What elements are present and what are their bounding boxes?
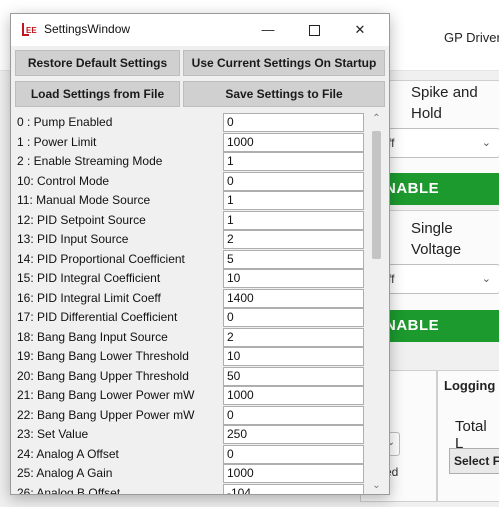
- spike-hold-enable-label: NABLE: [385, 180, 440, 197]
- setting-value-field[interactable]: 1: [223, 191, 364, 210]
- settings-row: 25: Analog A Gain 1000: [11, 464, 367, 483]
- svg-text:EE: EE: [26, 26, 37, 35]
- settings-row: 26: Analog B Offset -104: [11, 483, 367, 495]
- maximize-icon: [308, 25, 320, 37]
- settings-row: 19: Bang Bang Lower Threshold 10: [11, 347, 367, 366]
- settings-scrollbar[interactable]: ⌃ ⌄: [367, 111, 386, 494]
- restore-default-settings-button[interactable]: Restore Default Settings: [15, 50, 180, 76]
- setting-value-field[interactable]: 1: [223, 152, 364, 171]
- settings-row: 24: Analog A Offset 0: [11, 444, 367, 464]
- settings-row: 17: PID Differential Coefficient 0: [11, 308, 367, 327]
- load-settings-from-file-button[interactable]: Load Settings from File: [15, 81, 180, 107]
- setting-label: 24: Analog A Offset: [17, 446, 119, 461]
- settings-row: 22: Bang Bang Upper Power mW 0: [11, 405, 367, 425]
- setting-label: 11: Manual Mode Source: [17, 193, 151, 207]
- settings-row: 23: Set Value 250: [11, 425, 367, 444]
- maximize-button[interactable]: [291, 14, 337, 46]
- setting-label: 1 : Power Limit: [17, 134, 97, 149]
- setting-label: 26: Analog B Offset: [17, 485, 121, 495]
- setting-value-field[interactable]: 2: [223, 327, 364, 347]
- settings-row: 16: PID Integral Limit Coeff 1400: [11, 288, 367, 308]
- setting-value-field[interactable]: 50: [223, 366, 364, 386]
- setting-label: 22: Bang Bang Upper Power mW: [17, 407, 195, 422]
- setting-label: 18: Bang Bang Input Source: [17, 329, 168, 344]
- settings-row: 11: Manual Mode Source 1: [11, 191, 367, 210]
- setting-label: 12: PID Setpoint Source: [17, 212, 146, 227]
- logging-title: Logging: [444, 378, 496, 393]
- scrollbar-thumb[interactable]: [372, 131, 381, 259]
- setting-label: 21: Bang Bang Lower Power mW: [17, 388, 195, 402]
- setting-label: 23: Set Value: [17, 427, 89, 441]
- setting-value-field[interactable]: 0: [223, 113, 364, 132]
- settings-row: 0 : Pump Enabled 0: [11, 113, 367, 132]
- background-app-title: GP Driver: [444, 30, 499, 45]
- minimize-icon: —: [261, 22, 275, 37]
- setting-value-field[interactable]: 2: [223, 230, 364, 249]
- setting-label: 20: Bang Bang Upper Threshold: [17, 368, 189, 383]
- logging-select-button[interactable]: Select F: [449, 448, 499, 474]
- setting-label: 2 : Enable Streaming Mode: [17, 154, 163, 168]
- setting-value-field[interactable]: 10: [223, 347, 364, 366]
- settings-row: 2 : Enable Streaming Mode 1: [11, 152, 367, 171]
- settings-row: 15: PID Integral Coefficient 10: [11, 269, 367, 288]
- setting-label: 10: Control Mode: [17, 173, 110, 188]
- save-settings-to-file-button[interactable]: Save Settings to File: [183, 81, 385, 107]
- settings-row: 12: PID Setpoint Source 1: [11, 210, 367, 230]
- close-button[interactable]: ✕: [337, 14, 383, 46]
- setting-value-field[interactable]: 0: [223, 444, 364, 464]
- chevron-down-icon: ⌄: [481, 137, 491, 149]
- single-voltage-enable-label: NABLE: [385, 317, 440, 334]
- setting-value-field[interactable]: 1000: [223, 132, 364, 152]
- settings-row: 10: Control Mode 0: [11, 171, 367, 191]
- setting-value-field[interactable]: -104: [223, 483, 364, 494]
- window-title: SettingsWindow: [44, 22, 131, 36]
- setting-label: 17: PID Differential Coefficient: [17, 310, 178, 324]
- setting-value-field[interactable]: 5: [223, 249, 364, 269]
- setting-label: 14: PID Proportional Coefficient: [17, 251, 185, 266]
- scroll-up-arrow-icon[interactable]: ⌃: [367, 111, 386, 127]
- settings-window: EE SettingsWindow — ✕ Restore Default Se…: [10, 13, 390, 495]
- settings-row: 13: PID Input Source 2: [11, 230, 367, 249]
- setting-value-field[interactable]: 1000: [223, 386, 364, 405]
- logging-select-label: Select F: [454, 454, 499, 468]
- setting-label: 19: Bang Bang Lower Threshold: [17, 349, 189, 363]
- settings-row: 20: Bang Bang Upper Threshold 50: [11, 366, 367, 386]
- settings-row: 18: Bang Bang Input Source 2: [11, 327, 367, 347]
- settings-row: 1 : Power Limit 1000: [11, 132, 367, 152]
- settings-row: 21: Bang Bang Lower Power mW 1000: [11, 386, 367, 405]
- settings-row: 14: PID Proportional Coefficient 5: [11, 249, 367, 269]
- logging-total-label: Total L: [455, 418, 487, 452]
- setting-label: 25: Analog A Gain: [17, 466, 113, 480]
- setting-label: 13: PID Input Source: [17, 232, 129, 246]
- settings-titlebar[interactable]: EE SettingsWindow — ✕: [11, 14, 389, 46]
- minimize-button[interactable]: —: [245, 14, 291, 46]
- single-voltage-label: Single Voltage: [411, 220, 462, 258]
- setting-label: 16: PID Integral Limit Coeff: [17, 290, 161, 305]
- settings-list: 0 : Pump Enabled 0 1 : Power Limit 1000 2 …: [11, 111, 389, 494]
- setting-value-field[interactable]: 1400: [223, 288, 364, 308]
- close-icon: ✕: [354, 22, 366, 37]
- setting-value-field[interactable]: 1000: [223, 464, 364, 483]
- setting-value-field[interactable]: 10: [223, 269, 364, 288]
- setting-value-field[interactable]: 250: [223, 425, 364, 444]
- setting-value-field[interactable]: 0: [223, 171, 364, 191]
- setting-label: 15: PID Integral Coefficient: [17, 271, 161, 285]
- chevron-down-icon: ⌄: [481, 273, 491, 285]
- setting-value-field[interactable]: 0: [223, 308, 364, 327]
- scroll-down-arrow-icon[interactable]: ⌄: [367, 478, 386, 494]
- setting-value-field[interactable]: 1: [223, 210, 364, 230]
- setting-value-field[interactable]: 0: [223, 405, 364, 425]
- spike-hold-label: Spike and Hold: [411, 84, 478, 122]
- setting-label: 0 : Pump Enabled: [17, 115, 113, 129]
- app-logo-icon: EE: [22, 23, 37, 36]
- use-current-settings-on-startup-button[interactable]: Use Current Settings On Startup: [183, 50, 385, 76]
